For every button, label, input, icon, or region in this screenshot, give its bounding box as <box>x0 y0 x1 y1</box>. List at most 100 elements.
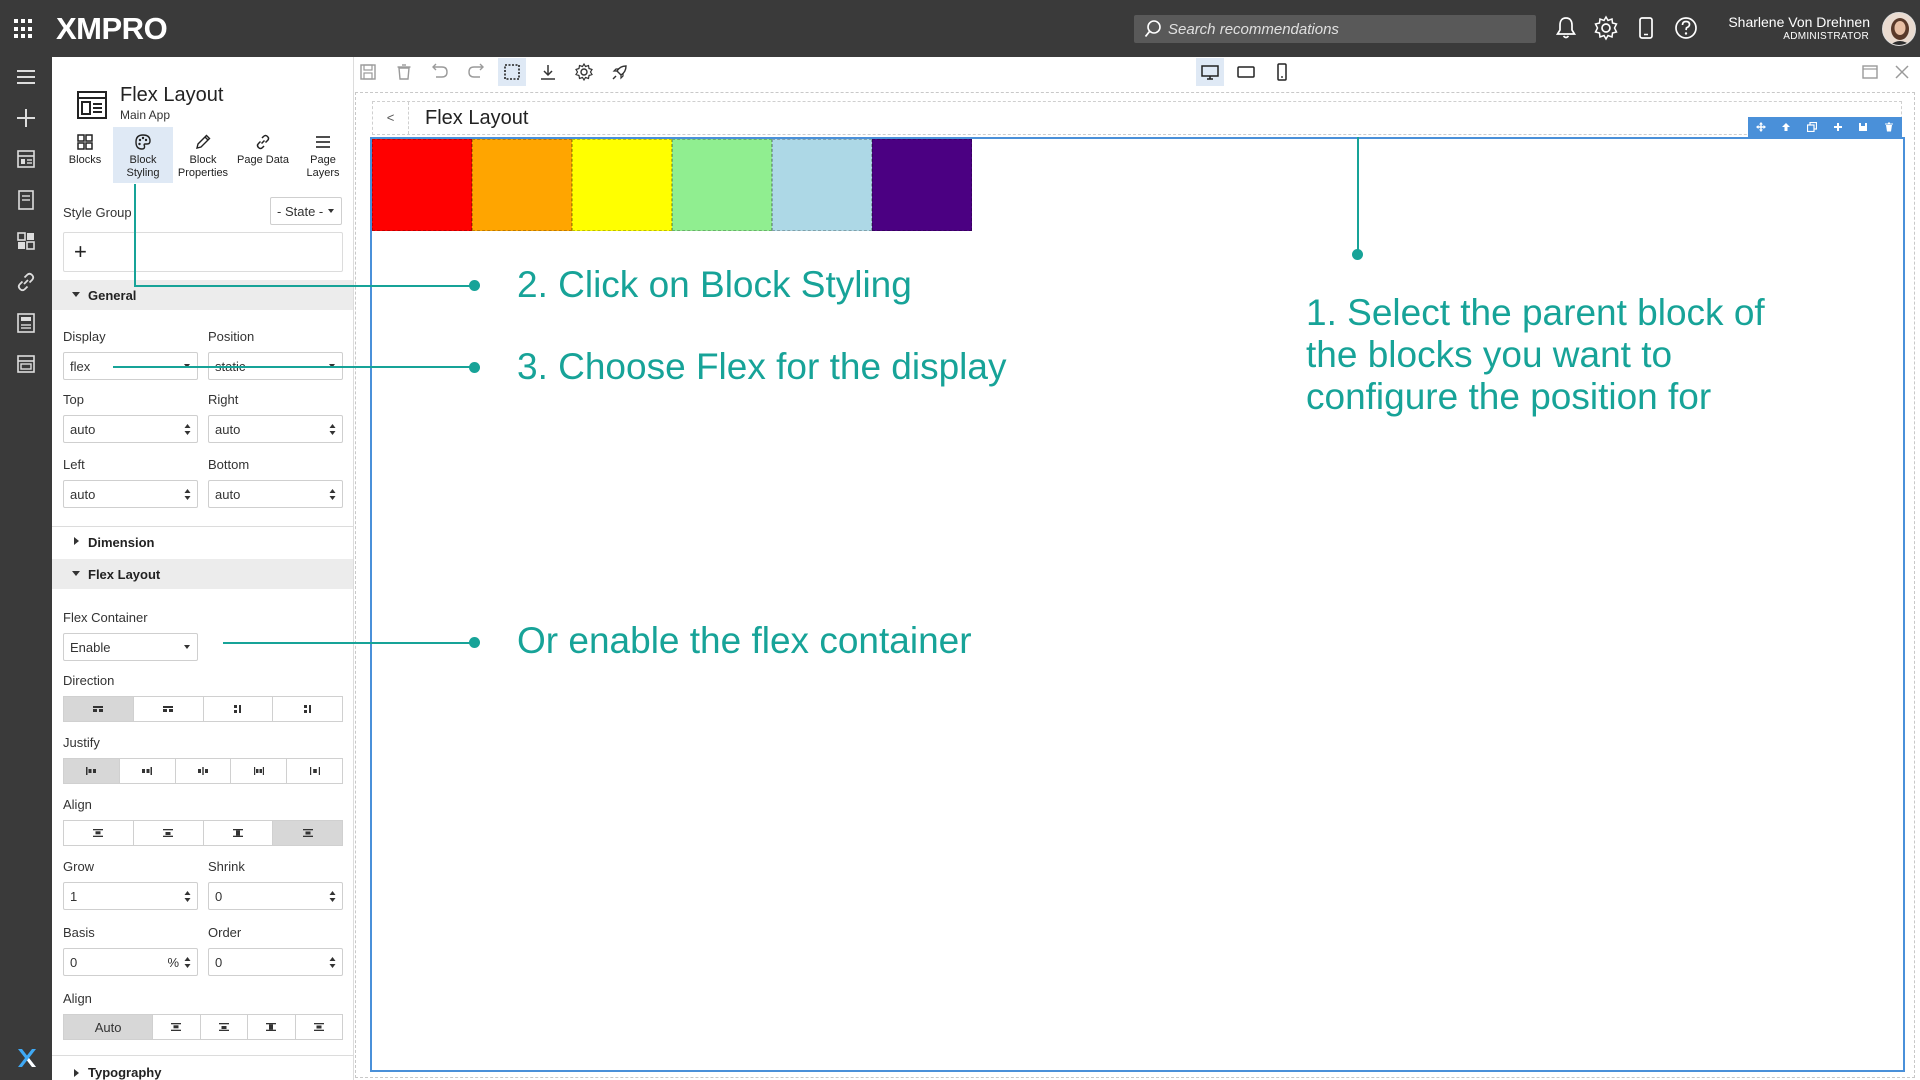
justify-end-button[interactable] <box>119 759 176 783</box>
save-block-icon[interactable] <box>1858 122 1868 132</box>
child-block[interactable] <box>772 139 872 231</box>
xmpro-logo-icon[interactable] <box>13 1045 39 1071</box>
direction-column-button[interactable] <box>203 697 274 721</box>
undo-icon[interactable] <box>430 62 450 82</box>
bottom-input[interactable]: auto <box>208 480 343 508</box>
add-icon[interactable] <box>13 105 39 131</box>
link-icon[interactable] <box>13 269 39 295</box>
settings-icon[interactable] <box>574 62 594 82</box>
spinner-icon[interactable] <box>329 956 336 969</box>
justify-space-between-icon <box>253 767 264 775</box>
delete-block-icon[interactable] <box>1884 122 1894 132</box>
user-name[interactable]: Sharlene Von Drehnen <box>1728 14 1870 30</box>
direction-row-button[interactable] <box>64 697 134 721</box>
align-stretch-button[interactable] <box>203 821 274 845</box>
spinner-icon[interactable] <box>184 423 191 436</box>
justify-start-button[interactable] <box>64 759 120 783</box>
help-icon[interactable] <box>1673 15 1699 41</box>
self-align-end-button[interactable] <box>200 1015 249 1039</box>
select-icon[interactable] <box>502 62 522 82</box>
annotation-dot <box>469 280 480 291</box>
back-button[interactable]: < <box>373 102 409 134</box>
basis-unit[interactable]: % <box>167 955 179 970</box>
direction-row-reverse-button[interactable] <box>133 697 204 721</box>
select-parent-icon[interactable] <box>1781 122 1791 132</box>
tab-block-styling[interactable]: Block Styling <box>113 127 173 183</box>
avatar[interactable] <box>1882 12 1916 46</box>
maximize-icon[interactable] <box>1860 62 1880 82</box>
spinner-icon[interactable] <box>184 956 191 969</box>
calculator-icon[interactable] <box>13 310 39 336</box>
download-icon[interactable] <box>538 62 558 82</box>
justify-space-between-button[interactable] <box>231 759 288 783</box>
self-align-center-button[interactable] <box>295 1015 342 1039</box>
close-icon[interactable] <box>1892 62 1912 82</box>
spinner-icon[interactable] <box>329 423 336 436</box>
add-style-group-button[interactable]: + <box>63 232 343 272</box>
justify-center-button[interactable] <box>175 759 232 783</box>
child-block[interactable] <box>672 139 772 231</box>
apps-grid-icon[interactable] <box>14 19 34 39</box>
child-block[interactable] <box>472 139 572 231</box>
self-align-auto-button[interactable]: Auto <box>64 1015 154 1039</box>
align-stretch-icon <box>232 829 243 837</box>
add-block-icon[interactable] <box>1833 122 1843 132</box>
align-center-button[interactable] <box>273 821 342 845</box>
desktop-icon[interactable] <box>1200 62 1220 82</box>
grow-input[interactable]: 1 <box>63 882 198 910</box>
spinner-icon[interactable] <box>184 890 191 903</box>
rocket-icon[interactable] <box>610 62 630 82</box>
align-end-button[interactable] <box>133 821 204 845</box>
block-toolbar <box>1748 117 1902 137</box>
gear-icon[interactable] <box>1593 15 1619 41</box>
phone-icon[interactable] <box>1633 15 1659 41</box>
flex-container-select[interactable]: Enable <box>63 633 198 661</box>
annotation-connector <box>223 642 475 644</box>
section-dimension[interactable]: Dimension <box>52 527 353 557</box>
top-input[interactable]: auto <box>63 415 198 443</box>
tab-page-layers[interactable]: Page Layers <box>293 127 353 183</box>
section-flex-layout[interactable]: Flex Layout <box>52 559 353 589</box>
app-logo[interactable]: XMPRO <box>56 11 168 47</box>
search-box[interactable] <box>1134 15 1536 43</box>
child-block[interactable] <box>372 139 472 231</box>
spinner-icon[interactable] <box>329 890 336 903</box>
basis-input[interactable]: 0 % <box>63 948 198 976</box>
tab-block-properties[interactable]: Block Properties <box>173 127 233 183</box>
tab-page-data[interactable]: Page Data <box>233 127 293 183</box>
justify-space-around-button[interactable] <box>287 759 342 783</box>
book-icon[interactable] <box>13 187 39 213</box>
self-align-start-button[interactable] <box>153 1015 201 1039</box>
save-icon[interactable] <box>358 62 378 82</box>
direction-column-icon <box>233 705 241 713</box>
order-input[interactable]: 0 <box>208 948 343 976</box>
trash-icon[interactable] <box>394 62 414 82</box>
recommendations-icon[interactable] <box>13 351 39 377</box>
tablet-icon[interactable] <box>1236 62 1256 82</box>
child-block[interactable] <box>872 139 972 231</box>
move-icon[interactable] <box>1755 122 1766 132</box>
search-input[interactable] <box>1168 18 1528 40</box>
section-typography[interactable]: Typography <box>52 1059 353 1080</box>
app-designer-icon[interactable] <box>13 146 39 172</box>
dashboard-icon[interactable] <box>13 228 39 254</box>
child-block[interactable] <box>572 139 672 231</box>
palette-icon <box>135 134 151 150</box>
bell-icon[interactable] <box>1553 15 1579 41</box>
tab-blocks[interactable]: Blocks <box>55 127 115 183</box>
direction-column-reverse-button[interactable] <box>273 697 342 721</box>
copy-icon[interactable] <box>1807 122 1818 132</box>
annotation-connector <box>134 184 136 287</box>
redo-icon[interactable] <box>466 62 486 82</box>
spinner-icon[interactable] <box>184 488 191 501</box>
align-start-button[interactable] <box>64 821 134 845</box>
pencil-icon <box>196 134 211 149</box>
shrink-input[interactable]: 0 <box>208 882 343 910</box>
self-align-stretch-button[interactable] <box>248 1015 296 1039</box>
mobile-icon[interactable] <box>1272 62 1292 82</box>
left-input[interactable]: auto <box>63 480 198 508</box>
spinner-icon[interactable] <box>329 488 336 501</box>
menu-icon[interactable] <box>13 64 39 90</box>
state-select[interactable]: - State - <box>270 197 342 225</box>
right-input[interactable]: auto <box>208 415 343 443</box>
